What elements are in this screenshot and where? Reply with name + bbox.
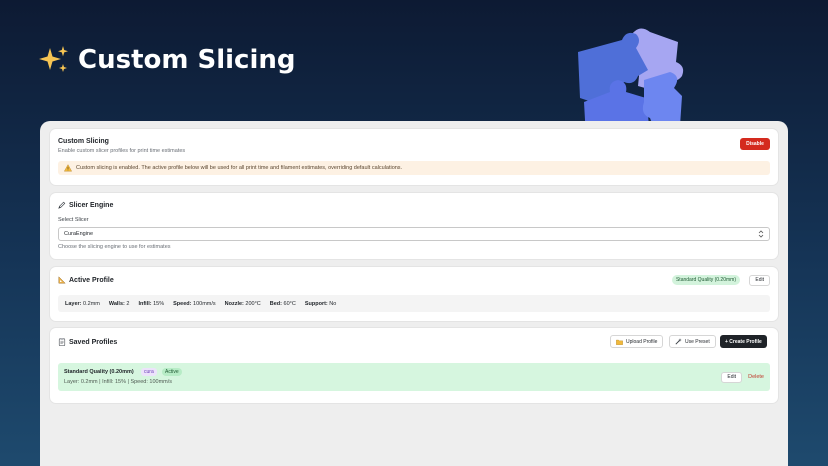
stat-nozzle: Nozzle: 200°C xyxy=(224,300,261,307)
upload-profile-button[interactable]: Upload Profile xyxy=(610,335,664,348)
stat-layer: Layer: 0.2mm xyxy=(65,300,100,307)
stat-support: Support: No xyxy=(304,300,337,307)
warning-banner: Custom slicing is enabled. The active pr… xyxy=(58,161,770,175)
active-profile-header: Active Profile xyxy=(58,276,114,284)
saved-profiles-card: Saved Profiles Upload Profile Use Preset… xyxy=(50,328,778,403)
stat-infill: Infill: 15% xyxy=(138,300,165,307)
profile-name: Standard Quality (0.20mm) xyxy=(64,369,134,375)
profile-delete-button[interactable]: Delete xyxy=(748,374,764,380)
active-profile-edit-button[interactable]: Edit xyxy=(749,274,770,286)
custom-slicing-title: Custom Slicing xyxy=(58,138,109,145)
stat-speed: Speed: 100mm/s xyxy=(173,300,216,307)
stat-walls: Walls: 2 xyxy=(108,300,130,307)
triangle-ruler-icon xyxy=(58,276,66,284)
slicer-engine-header: Slicer Engine xyxy=(58,201,113,209)
use-preset-label: Use Preset xyxy=(685,338,710,345)
active-profile-card: Active Profile Standard Quality (0.20mm)… xyxy=(50,267,778,321)
slicer-select[interactable]: CuraEngine xyxy=(58,227,770,241)
active-profile-title: Active Profile xyxy=(69,276,114,284)
active-tag: Active xyxy=(162,368,182,376)
stat-bed: Bed: 60°C xyxy=(269,300,296,307)
saved-profiles-header: Saved Profiles xyxy=(58,338,117,346)
profile-row[interactable]: Standard Quality (0.20mm) cura Active La… xyxy=(58,363,770,391)
pencil-icon xyxy=(58,201,66,209)
engine-tag: cura xyxy=(141,368,157,376)
slicer-help-text: Choose the slicing engine to use for est… xyxy=(58,244,171,250)
hero-title-text: Custom Slicing xyxy=(78,45,296,75)
active-profile-stats: Layer: 0.2mm Walls: 2 Infill: 15% Speed:… xyxy=(58,295,770,312)
create-profile-button[interactable]: + Create Profile xyxy=(720,335,767,348)
hero-title: Custom Slicing xyxy=(38,44,296,76)
slicer-engine-title: Slicer Engine xyxy=(69,201,114,209)
magic-wand-icon xyxy=(675,338,682,345)
folder-icon xyxy=(616,339,623,345)
profile-details: Layer: 0.2mm | Infill: 15% | Speed: 100m… xyxy=(64,379,173,385)
upload-profile-label: Upload Profile xyxy=(626,338,658,345)
clipboard-icon xyxy=(58,338,66,346)
chevron-up-down-icon xyxy=(758,230,764,238)
saved-profiles-title: Saved Profiles xyxy=(69,338,118,346)
custom-slicing-subtitle: Enable custom slicer profiles for print … xyxy=(58,148,186,154)
custom-slicing-card: Custom Slicing Enable custom slicer prof… xyxy=(50,129,778,185)
profile-edit-button[interactable]: Edit xyxy=(721,371,742,383)
select-slicer-label: Select Slicer xyxy=(58,217,89,223)
use-preset-button[interactable]: Use Preset xyxy=(669,335,716,348)
warning-text: Custom slicing is enabled. The active pr… xyxy=(76,165,403,171)
warning-icon xyxy=(64,164,72,172)
slicer-engine-card: Slicer Engine Select Slicer CuraEngine C… xyxy=(50,193,778,259)
disable-button[interactable]: Disable xyxy=(740,138,770,150)
settings-panel: Custom Slicing Enable custom slicer prof… xyxy=(40,121,788,466)
slicer-select-value: CuraEngine xyxy=(64,231,94,237)
sparkles-icon xyxy=(39,46,68,72)
active-profile-badge: Standard Quality (0.20mm) xyxy=(671,275,740,285)
